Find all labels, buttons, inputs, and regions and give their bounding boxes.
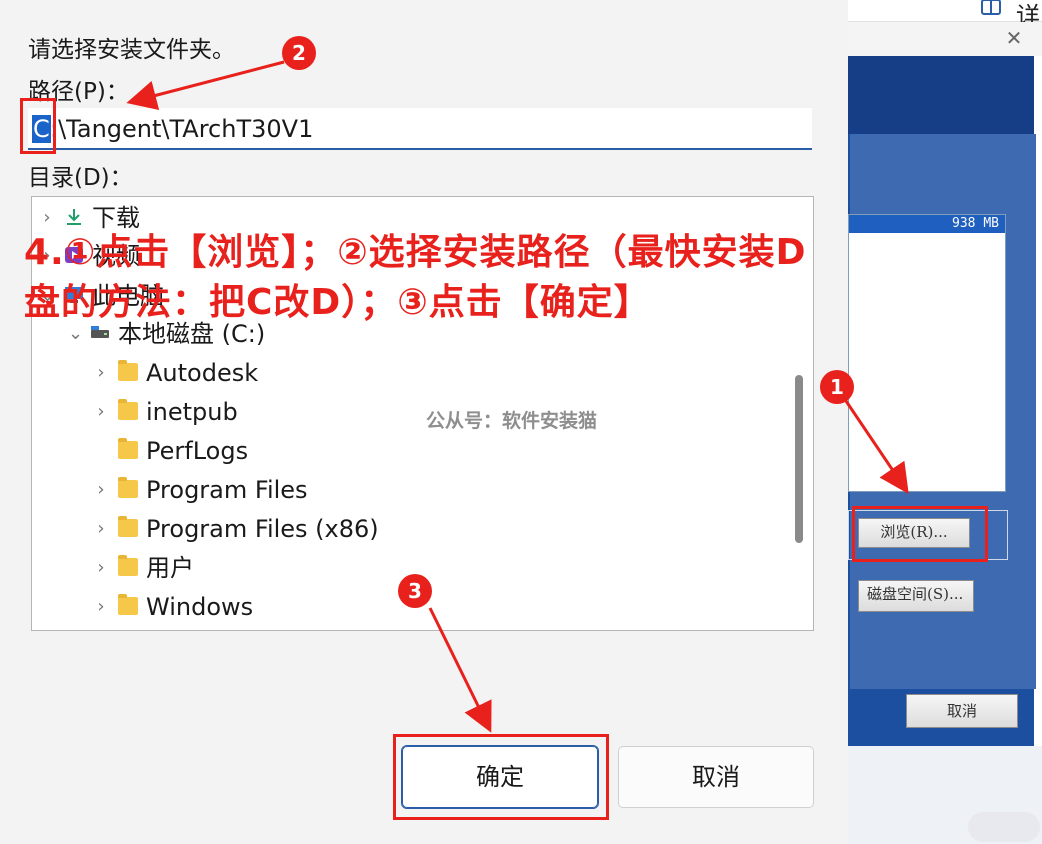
dialog-prompt: 请选择安装文件夹。 bbox=[28, 37, 235, 63]
installer-topbar: 详 bbox=[848, 0, 1042, 30]
tree-item-folder[interactable]: PerfLogs bbox=[32, 432, 792, 470]
folder-icon bbox=[118, 360, 138, 381]
disk-space-button[interactable]: 磁盘空间(S)... bbox=[858, 580, 974, 612]
instruction-overlay: 4.①点击【浏览】；②选择安装路径（最快安装D 盘的方法：把C改D）；③点击【确… bbox=[24, 228, 944, 328]
tree-item-label: Windows bbox=[146, 593, 254, 621]
path-input[interactable]: C :\Tangent\TArchT30V1 bbox=[28, 108, 812, 150]
download-icon bbox=[67, 209, 81, 225]
directory-label: 目录(D)： bbox=[28, 165, 133, 191]
folder-icon bbox=[118, 555, 138, 576]
folder-icon bbox=[118, 399, 138, 420]
chevron-right-icon[interactable]: › bbox=[94, 471, 108, 509]
chevron-right-icon[interactable]: › bbox=[94, 588, 108, 626]
installer-window: 详 ✕ 938 MB 浏览(R)... 磁盘空间(S)... 取消 bbox=[848, 0, 1042, 844]
installer-titlebar: ✕ bbox=[848, 22, 1042, 56]
instruction-line-2: 盘的方法：把C改D）；③点击【确定】 bbox=[24, 282, 651, 323]
chevron-right-icon[interactable]: › bbox=[94, 393, 108, 431]
tree-item-label: Program Files bbox=[146, 476, 308, 504]
folder-icon bbox=[118, 594, 138, 615]
folder-icon bbox=[118, 477, 138, 498]
folder-icon bbox=[118, 438, 138, 459]
folder-picker-dialog: 请选择安装文件夹。 路径(P)： C :\Tangent\TArchT30V1 … bbox=[0, 0, 848, 844]
chevron-right-icon[interactable]: › bbox=[94, 549, 108, 587]
tree-item-folder[interactable]: › Autodesk bbox=[32, 354, 792, 392]
path-text[interactable]: :\Tangent\TArchT30V1 bbox=[50, 115, 313, 143]
close-icon[interactable]: ✕ bbox=[1004, 28, 1024, 48]
tree-item-label: inetpub bbox=[146, 398, 238, 426]
installer-cancel-button[interactable]: 取消 bbox=[906, 694, 1018, 728]
tree-item-folder[interactable]: › Program Files (x86) bbox=[32, 510, 792, 548]
tree-item-label: PerfLogs bbox=[146, 437, 249, 465]
help-book-icon[interactable] bbox=[980, 0, 1004, 18]
tree-item-folder[interactable]: › inetpub bbox=[32, 393, 792, 431]
step-badge-2: 2 bbox=[282, 36, 316, 70]
watermark: 公从号：软件安装猫 bbox=[426, 410, 598, 432]
installer-header-band bbox=[848, 56, 1034, 134]
tree-scrollbar[interactable] bbox=[795, 375, 803, 543]
tree-item-label: Program Files (x86) bbox=[146, 515, 379, 543]
chevron-right-icon[interactable]: › bbox=[94, 510, 108, 548]
folder-icon bbox=[118, 516, 138, 537]
cancel-button[interactable]: 取消 bbox=[618, 746, 814, 808]
highlight-path-drive bbox=[20, 98, 56, 154]
tree-item-label: 用户 bbox=[146, 554, 194, 582]
highlight-ok bbox=[393, 734, 609, 820]
chevron-right-icon[interactable]: › bbox=[94, 354, 108, 392]
step-badge-1: 1 bbox=[820, 370, 854, 404]
corner-logo bbox=[968, 812, 1040, 842]
instruction-line-1: 4.①点击【浏览】；②选择安装路径（最快安装D bbox=[24, 232, 807, 273]
tree-item-label: Autodesk bbox=[146, 359, 259, 387]
highlight-browse bbox=[852, 506, 988, 562]
tree-item-folder[interactable]: › Program Files bbox=[32, 471, 792, 509]
step-badge-3: 3 bbox=[398, 574, 432, 608]
